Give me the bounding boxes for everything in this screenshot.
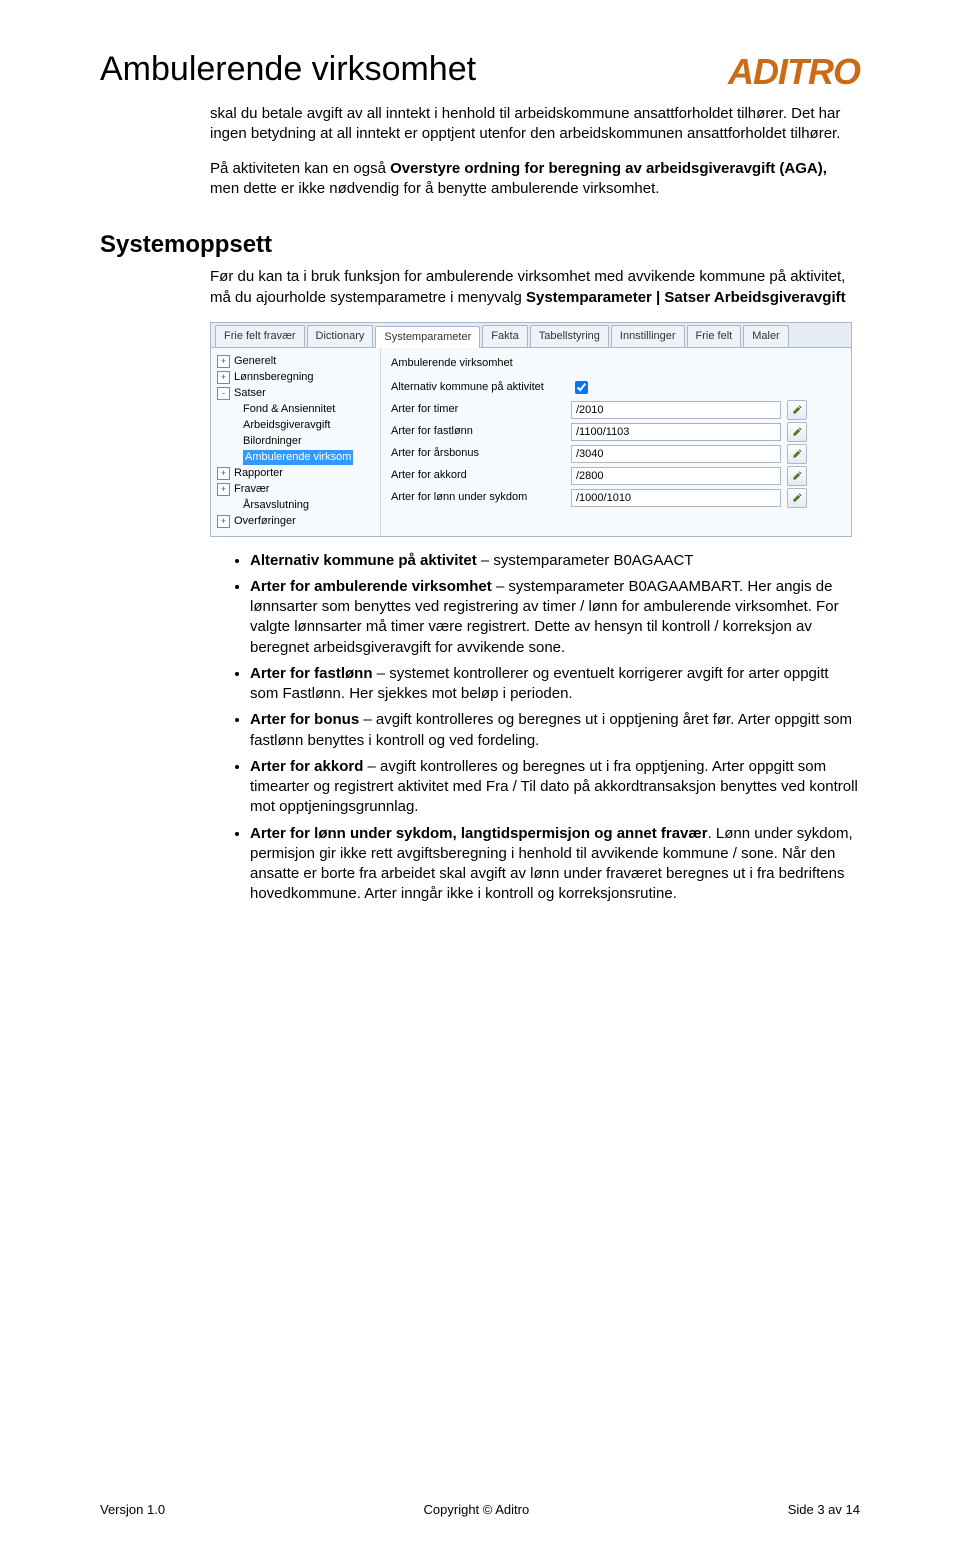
form-row: Arter for timer bbox=[391, 399, 841, 421]
tab-fakta[interactable]: Fakta bbox=[482, 325, 528, 347]
brand-logo: ADITRO bbox=[728, 50, 860, 90]
expand-icon[interactable]: + bbox=[217, 515, 230, 528]
input-arter-for-rsbonus[interactable] bbox=[571, 445, 781, 463]
bullet-term: Arter for akkord bbox=[250, 758, 363, 775]
tab-systemparameter[interactable]: Systemparameter bbox=[375, 326, 480, 348]
form-label: Alternativ kommune på aktivitet bbox=[391, 380, 571, 395]
tree-node-label: Årsavslutning bbox=[243, 498, 309, 513]
form-label: Arter for timer bbox=[391, 402, 571, 417]
expand-icon[interactable]: + bbox=[217, 371, 230, 384]
bullet-list: Alternativ kommune på aktivitet – system… bbox=[210, 551, 860, 905]
intro-paragraph-2: På aktiviteten kan en også Overstyre ord… bbox=[210, 159, 860, 200]
bullet-term: Alternativ kommune på aktivitet bbox=[250, 552, 477, 569]
bullet-item: Arter for akkord – avgift kontrolleres o… bbox=[250, 757, 860, 818]
bullet-item: Arter for bonus – avgift kontrolleres og… bbox=[250, 710, 860, 751]
bullet-term: Arter for lønn under sykdom, langtidsper… bbox=[250, 825, 708, 842]
tab-maler[interactable]: Maler bbox=[743, 325, 789, 347]
tree-node-frav-r[interactable]: + Fravær bbox=[215, 482, 376, 498]
tree-node-label: Lønnsberegning bbox=[234, 370, 314, 385]
intro-p2-bold: Overstyre ordning for beregning av arbei… bbox=[390, 160, 827, 177]
form-title: Ambulerende virksomhet bbox=[391, 354, 841, 377]
tabs-row: Frie felt fraværDictionarySystemparamete… bbox=[211, 323, 851, 348]
bullet-desc: – systemparameter B0AGAACT bbox=[477, 552, 694, 569]
tree-node-generelt[interactable]: + Generelt bbox=[215, 354, 376, 370]
page-footer: Versjon 1.0 Copyright © Aditro Side 3 av… bbox=[100, 1502, 860, 1517]
collapse-icon[interactable]: - bbox=[217, 387, 230, 400]
tab-dictionary[interactable]: Dictionary bbox=[307, 325, 374, 347]
expand-icon[interactable]: + bbox=[217, 483, 230, 496]
section-lead-bold: Systemparameter | Satser Arbeidsgiveravg… bbox=[526, 289, 846, 306]
bullet-item: Alternativ kommune på aktivitet – system… bbox=[250, 551, 860, 571]
input-arter-for-l-nn-under-sykdom[interactable] bbox=[571, 489, 781, 507]
tree-node-label: Bilordninger bbox=[243, 434, 302, 449]
footer-version: Versjon 1.0 bbox=[100, 1502, 165, 1517]
tree-node-bilordninger[interactable]: Bilordninger bbox=[215, 434, 376, 450]
tab-frie-felt[interactable]: Frie felt bbox=[687, 325, 742, 347]
footer-copyright: Copyright © Aditro bbox=[424, 1502, 530, 1517]
tree-node-label: Satser bbox=[234, 386, 266, 401]
page-title: Ambulerende virksomhet bbox=[100, 50, 476, 89]
tree-node-fond-ansiennitet[interactable]: Fond & Ansiennitet bbox=[215, 402, 376, 418]
tree-node-label: Fond & Ansiennitet bbox=[243, 402, 335, 417]
checkbox-alternativ-kommune-p-aktivitet[interactable] bbox=[575, 381, 588, 394]
tab-tabellstyring[interactable]: Tabellstyring bbox=[530, 325, 609, 347]
tree-node-label: Overføringer bbox=[234, 514, 296, 529]
footer-page: Side 3 av 14 bbox=[788, 1502, 860, 1517]
bullet-term: Arter for fastlønn bbox=[250, 665, 373, 682]
tree-node--rsavslutning[interactable]: Årsavslutning bbox=[215, 498, 376, 514]
intro-p2-pre: På aktiviteten kan en også bbox=[210, 160, 390, 177]
form-label: Arter for fastlønn bbox=[391, 424, 571, 439]
tree-node-l-nnsberegning[interactable]: + Lønnsberegning bbox=[215, 370, 376, 386]
tree-node-label: Rapporter bbox=[234, 466, 283, 481]
intro-p2-post: men dette er ikke nødvendig for å benytt… bbox=[210, 180, 659, 197]
tree-node-ambulerende-virksom[interactable]: Ambulerende virksom bbox=[215, 450, 376, 466]
input-arter-for-fastl-nn[interactable] bbox=[571, 423, 781, 441]
tree-node-label: Arbeidsgiveravgift bbox=[243, 418, 330, 433]
tree-node-label: Ambulerende virksom bbox=[243, 450, 353, 465]
form-panel: Ambulerende virksomhet Alternativ kommun… bbox=[381, 348, 851, 536]
tree-node-overf-ringer[interactable]: + Overføringer bbox=[215, 514, 376, 530]
edit-icon[interactable] bbox=[787, 444, 807, 464]
edit-icon[interactable] bbox=[787, 400, 807, 420]
input-arter-for-timer[interactable] bbox=[571, 401, 781, 419]
tree-node-label: Fravær bbox=[234, 482, 269, 497]
bullet-term: Arter for bonus bbox=[250, 711, 359, 728]
bullet-item: Arter for fastlønn – systemet kontroller… bbox=[250, 664, 860, 705]
expand-icon[interactable]: + bbox=[217, 467, 230, 480]
form-row: Arter for akkord bbox=[391, 465, 841, 487]
tree-node-label: Generelt bbox=[234, 354, 276, 369]
tab-innstillinger[interactable]: Innstillinger bbox=[611, 325, 685, 347]
bullet-item: Arter for lønn under sykdom, langtidsper… bbox=[250, 824, 860, 905]
form-row: Arter for lønn under sykdom bbox=[391, 487, 841, 509]
tree-node-rapporter[interactable]: + Rapporter bbox=[215, 466, 376, 482]
edit-icon[interactable] bbox=[787, 466, 807, 486]
bullet-item: Arter for ambulerende virksomhet – syste… bbox=[250, 577, 860, 658]
input-arter-for-akkord[interactable] bbox=[571, 467, 781, 485]
tree-node-arbeidsgiveravgift[interactable]: Arbeidsgiveravgift bbox=[215, 418, 376, 434]
section-heading-systemoppsett: Systemoppsett bbox=[100, 229, 860, 261]
tree-node-satser[interactable]: -Satser bbox=[215, 386, 376, 402]
bullet-term: Arter for ambulerende virksomhet bbox=[250, 578, 492, 595]
form-label: Arter for akkord bbox=[391, 468, 571, 483]
tab-frie-felt-fravær[interactable]: Frie felt fravær bbox=[215, 325, 305, 347]
app-screenshot: Frie felt fraværDictionarySystemparamete… bbox=[210, 322, 852, 537]
intro-paragraph-1: skal du betale avgift av all inntekt i h… bbox=[210, 104, 860, 145]
form-label: Arter for årsbonus bbox=[391, 446, 571, 461]
form-row: Arter for fastlønn bbox=[391, 421, 841, 443]
tree-panel: + Generelt + Lønnsberegning-SatserFond & An… bbox=[211, 348, 381, 536]
edit-icon[interactable] bbox=[787, 488, 807, 508]
form-label: Arter for lønn under sykdom bbox=[391, 490, 571, 505]
form-row: Alternativ kommune på aktivitet bbox=[391, 377, 841, 399]
edit-icon[interactable] bbox=[787, 422, 807, 442]
form-row: Arter for årsbonus bbox=[391, 443, 841, 465]
expand-icon[interactable]: + bbox=[217, 355, 230, 368]
